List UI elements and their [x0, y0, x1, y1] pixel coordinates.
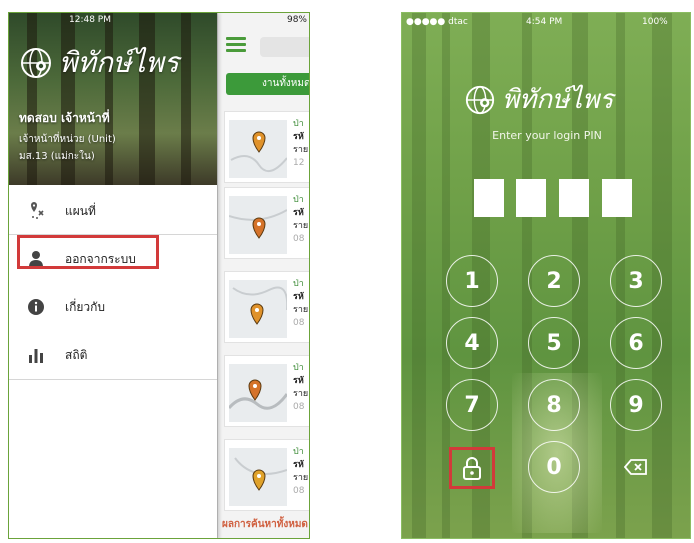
globe-eye-icon	[465, 85, 495, 114]
tab-all-jobs[interactable]: งานทั้งหมด	[226, 73, 309, 95]
card-line: ราย	[293, 221, 309, 231]
user-role: เจ้าหน้าที่หน่วย (Unit)	[19, 134, 116, 145]
card-line: รหั	[293, 460, 304, 470]
job-card[interactable]: ป่า รหั ราย 08	[224, 439, 309, 511]
card-line: รหั	[293, 376, 304, 386]
app-logo: พิทักษ์ไพร	[19, 41, 179, 85]
keypad-key-8[interactable]: 8	[528, 379, 580, 431]
bar-chart-icon	[23, 346, 49, 364]
card-line: 08	[293, 234, 305, 244]
card-line: ป่า	[293, 447, 304, 457]
card-line: ป่า	[293, 279, 304, 289]
globe-eye-icon	[21, 48, 51, 78]
map-thumbnail	[229, 364, 287, 422]
keypad-key-5[interactable]: 5	[528, 317, 580, 369]
card-line: ราย	[293, 145, 309, 155]
card-line: 08	[293, 402, 305, 412]
navigation-drawer: 12:48 PM พิทักษ์ไพร ทดสอบ เจ้าหน้าที่ เจ…	[9, 13, 217, 538]
keypad-key-7[interactable]: 7	[446, 379, 498, 431]
card-line: 12	[293, 158, 305, 168]
keypad-key-0[interactable]: 0	[528, 441, 580, 493]
hamburger-menu-icon[interactable]	[226, 37, 246, 53]
app-logo-text: พิทักษ์ไพร	[502, 85, 614, 115]
card-line: ราย	[293, 473, 309, 483]
job-card[interactable]: ป่า รหั ราย 12	[224, 111, 309, 183]
status-carrier: ●●●●● dtac	[406, 17, 468, 27]
map-thumbnail	[229, 196, 287, 254]
menu-item-map[interactable]: แผนที่	[9, 187, 217, 235]
highlight-box-unlock	[449, 447, 495, 489]
job-card[interactable]: ป่า รหั ราย 08	[224, 355, 309, 427]
pin-digit-box	[559, 179, 589, 217]
battery-status: 100%	[642, 17, 668, 27]
app-logo-text: พิทักษ์ไพร	[59, 46, 179, 79]
card-line: รหั	[293, 132, 304, 142]
keypad-key-4[interactable]: 4	[446, 317, 498, 369]
map-pin-icon	[23, 202, 49, 220]
job-card[interactable]: ป่า รหั ราย 08	[224, 271, 309, 343]
right-phone-screen: ●●●●● dtac 4:54 PM 100% พิทักษ์ไพร Enter…	[401, 12, 691, 539]
backspace-button[interactable]	[616, 447, 656, 487]
keypad-key-6[interactable]: 6	[610, 317, 662, 369]
status-time: 4:54 PM	[526, 17, 563, 27]
pin-digit-box	[602, 179, 632, 217]
card-line: รหั	[293, 292, 304, 302]
battery-status: 98%	[286, 15, 307, 25]
job-card[interactable]: ป่า รหั ราย 08	[224, 187, 309, 259]
app-logo: พิทักษ์ไพร	[464, 79, 613, 120]
keypad-key-9[interactable]: 9	[610, 379, 662, 431]
background-job-list: 98% งานทั้งหมด ป่า รหั ราย 12 ป่า รหั รา…	[217, 13, 309, 538]
card-line: ป่า	[293, 195, 304, 205]
card-line: ป่า	[293, 363, 304, 373]
keypad-key-1[interactable]: 1	[446, 255, 498, 307]
menu-item-statistics[interactable]: สถิติ	[9, 331, 217, 379]
search-input[interactable]	[260, 37, 309, 57]
user-profile: ทดสอบ เจ้าหน้าที่ เจ้าหน้าที่หน่วย (Unit…	[19, 109, 116, 166]
backspace-icon	[624, 459, 647, 475]
pin-prompt: Enter your login PIN	[492, 129, 602, 142]
card-line: รหั	[293, 208, 304, 218]
menu-item-label: แผนที่	[65, 203, 96, 218]
status-time: 12:48 PM	[69, 15, 111, 25]
map-thumbnail	[229, 120, 287, 178]
pin-digit-box	[474, 179, 504, 217]
menu-item-label: เกี่ยวกับ	[65, 299, 106, 314]
menu-item-about[interactable]: เกี่ยวกับ	[9, 283, 217, 331]
map-thumbnail	[229, 280, 287, 338]
user-name: ทดสอบ เจ้าหน้าที่	[19, 111, 110, 125]
keypad-key-2[interactable]: 2	[528, 255, 580, 307]
card-line: 08	[293, 318, 305, 328]
map-thumbnail	[229, 448, 287, 506]
menu-divider	[9, 379, 217, 380]
keypad-key-3[interactable]: 3	[610, 255, 662, 307]
info-icon	[23, 298, 49, 316]
card-line: ป่า	[293, 119, 304, 129]
user-unit: มส.13 (แม่กะใน)	[19, 151, 95, 162]
drawer-header: 12:48 PM พิทักษ์ไพร ทดสอบ เจ้าหน้าที่ เจ…	[9, 13, 217, 185]
results-footer: ผลการค้นหาทั้งหมด	[222, 519, 308, 530]
card-line: 08	[293, 486, 305, 496]
card-line: ราย	[293, 305, 309, 315]
left-phone-screen: 98% งานทั้งหมด ป่า รหั ราย 12 ป่า รหั รา…	[8, 12, 310, 539]
pin-digit-box	[516, 179, 546, 217]
highlight-box-logout	[17, 235, 159, 269]
card-line: ราย	[293, 389, 309, 399]
menu-item-label: สถิติ	[65, 347, 88, 362]
